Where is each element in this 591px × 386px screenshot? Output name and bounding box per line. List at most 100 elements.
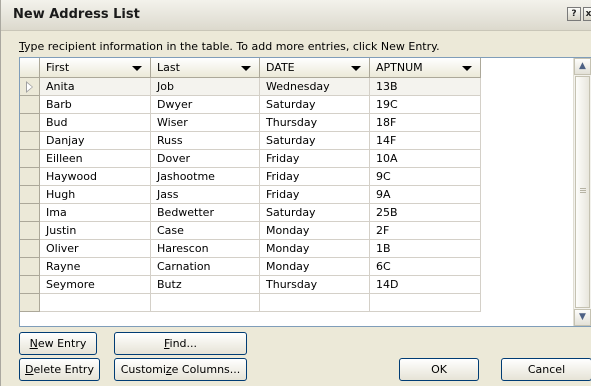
cell-aptnum[interactable]: 25B	[370, 204, 481, 222]
table-row[interactable]: Danjay Russ Saturday 14F	[20, 132, 481, 150]
row-selector[interactable]	[20, 78, 40, 96]
title-bar[interactable]: New Address List ? x	[1, 0, 591, 31]
table-row[interactable]: Ima Bedwetter Saturday 25B	[20, 204, 481, 222]
cell-first[interactable]: Bud	[40, 114, 151, 132]
table-row[interactable]: Justin Case Monday 2F	[20, 222, 481, 240]
cell-first[interactable]: Anita	[40, 78, 151, 96]
row-selector[interactable]	[20, 96, 40, 114]
cell-first[interactable]: Hugh	[40, 186, 151, 204]
cell-date[interactable]: Monday	[260, 258, 370, 276]
row-selector[interactable]	[20, 204, 40, 222]
scroll-down-icon[interactable]: ▼	[574, 309, 591, 326]
cell-date[interactable]: Friday	[260, 186, 370, 204]
row-selector[interactable]	[20, 276, 40, 294]
cell-aptnum[interactable]: 14F	[370, 132, 481, 150]
cell-date[interactable]: Friday	[260, 168, 370, 186]
cell-aptnum[interactable]: 2F	[370, 222, 481, 240]
cell-first[interactable]: Oliver	[40, 240, 151, 258]
cell-last[interactable]: Butz	[151, 276, 260, 294]
cell-date[interactable]: Saturday	[260, 132, 370, 150]
cell-aptnum[interactable]: 19C	[370, 96, 481, 114]
cell-date[interactable]: Wednesday	[260, 78, 370, 96]
cell-aptnum[interactable]: 13B	[370, 78, 481, 96]
cell-date[interactable]: Monday	[260, 222, 370, 240]
cell-last[interactable]: Carnation	[151, 258, 260, 276]
row-selector[interactable]	[20, 258, 40, 276]
table-row[interactable]: Eilleen Dover Friday 10A	[20, 150, 481, 168]
help-button[interactable]: ?	[567, 7, 581, 21]
cell-first[interactable]: Eilleen	[40, 150, 151, 168]
cell-aptnum[interactable]: 10A	[370, 150, 481, 168]
column-header-first[interactable]: First	[40, 58, 151, 78]
row-selector[interactable]	[20, 132, 40, 150]
cell-aptnum[interactable]: 18F	[370, 114, 481, 132]
scrollbar-thumb[interactable]	[575, 76, 590, 308]
cell-last[interactable]: Jass	[151, 186, 260, 204]
table-row[interactable]: Seymore Butz Thursday 14D	[20, 276, 481, 294]
row-selector[interactable]	[20, 114, 40, 132]
cell-first[interactable]: Rayne	[40, 258, 151, 276]
scroll-up-icon[interactable]: ▲	[574, 58, 591, 75]
new-entry-button[interactable]: New Entry	[19, 332, 97, 355]
cell-aptnum[interactable]: 9A	[370, 186, 481, 204]
cell-last[interactable]: Bedwetter	[151, 204, 260, 222]
ok-button[interactable]: OK	[399, 358, 479, 381]
cell-aptnum[interactable]	[370, 294, 481, 312]
cell-date[interactable]: Thursday	[260, 114, 370, 132]
table-row[interactable]: Hugh Jass Friday 9A	[20, 186, 481, 204]
cell-last[interactable]: Wiser	[151, 114, 260, 132]
table-row[interactable]: Oliver Harescon Monday 1B	[20, 240, 481, 258]
dropdown-arrow-icon[interactable]	[351, 66, 361, 71]
cell-first[interactable]: Ima	[40, 204, 151, 222]
find-button[interactable]: Find...	[114, 332, 247, 355]
cell-aptnum[interactable]: 6C	[370, 258, 481, 276]
dropdown-arrow-icon[interactable]	[132, 66, 142, 71]
cell-last[interactable]: Dover	[151, 150, 260, 168]
delete-entry-button[interactable]: Delete Entry	[19, 358, 100, 381]
cancel-button[interactable]: Cancel	[501, 358, 591, 381]
row-selector[interactable]	[20, 186, 40, 204]
cell-last[interactable]: Case	[151, 222, 260, 240]
cell-date[interactable]	[260, 294, 370, 312]
table-row[interactable]: Anita Job Wednesday 13B	[20, 78, 481, 96]
row-selector[interactable]	[20, 222, 40, 240]
cell-first[interactable]: Danjay	[40, 132, 151, 150]
cell-date[interactable]: Thursday	[260, 276, 370, 294]
table-row[interactable]: Bud Wiser Thursday 18F	[20, 114, 481, 132]
row-selector[interactable]	[20, 150, 40, 168]
vertical-scrollbar[interactable]: ▲ ▼	[573, 58, 591, 326]
row-selector[interactable]	[20, 294, 40, 312]
cell-aptnum[interactable]: 1B	[370, 240, 481, 258]
table-row[interactable]	[20, 294, 481, 312]
column-header-last[interactable]: Last	[151, 58, 260, 78]
address-table[interactable]: First Last DATE APTNUM Anita Job Wednesday…	[19, 57, 591, 327]
cell-first[interactable]: Justin	[40, 222, 151, 240]
cell-last[interactable]: Dwyer	[151, 96, 260, 114]
customize-columns-button[interactable]: Customize Columns...	[114, 358, 247, 381]
cell-last[interactable]: Job	[151, 78, 260, 96]
column-header-date[interactable]: DATE	[260, 58, 370, 78]
row-selector[interactable]	[20, 240, 40, 258]
table-row[interactable]: Barb Dwyer Saturday 19C	[20, 96, 481, 114]
cell-first[interactable]: Haywood	[40, 168, 151, 186]
cell-last[interactable]: Harescon	[151, 240, 260, 258]
cell-date[interactable]: Saturday	[260, 96, 370, 114]
dropdown-arrow-icon[interactable]	[241, 66, 251, 71]
cell-last[interactable]	[151, 294, 260, 312]
cell-first[interactable]: Barb	[40, 96, 151, 114]
cell-last[interactable]: Russ	[151, 132, 260, 150]
close-button[interactable]: x	[583, 7, 591, 21]
cell-date[interactable]: Monday	[260, 240, 370, 258]
column-header-aptnum[interactable]: APTNUM	[370, 58, 481, 78]
dropdown-arrow-icon[interactable]	[462, 66, 472, 71]
table-row[interactable]: Rayne Carnation Monday 6C	[20, 258, 481, 276]
row-selector[interactable]	[20, 168, 40, 186]
cell-last[interactable]: Jashootme	[151, 168, 260, 186]
cell-date[interactable]: Saturday	[260, 204, 370, 222]
cell-date[interactable]: Friday	[260, 150, 370, 168]
cell-first[interactable]: Seymore	[40, 276, 151, 294]
table-row[interactable]: Haywood Jashootme Friday 9C	[20, 168, 481, 186]
cell-aptnum[interactable]: 9C	[370, 168, 481, 186]
cell-first[interactable]	[40, 294, 151, 312]
cell-aptnum[interactable]: 14D	[370, 276, 481, 294]
